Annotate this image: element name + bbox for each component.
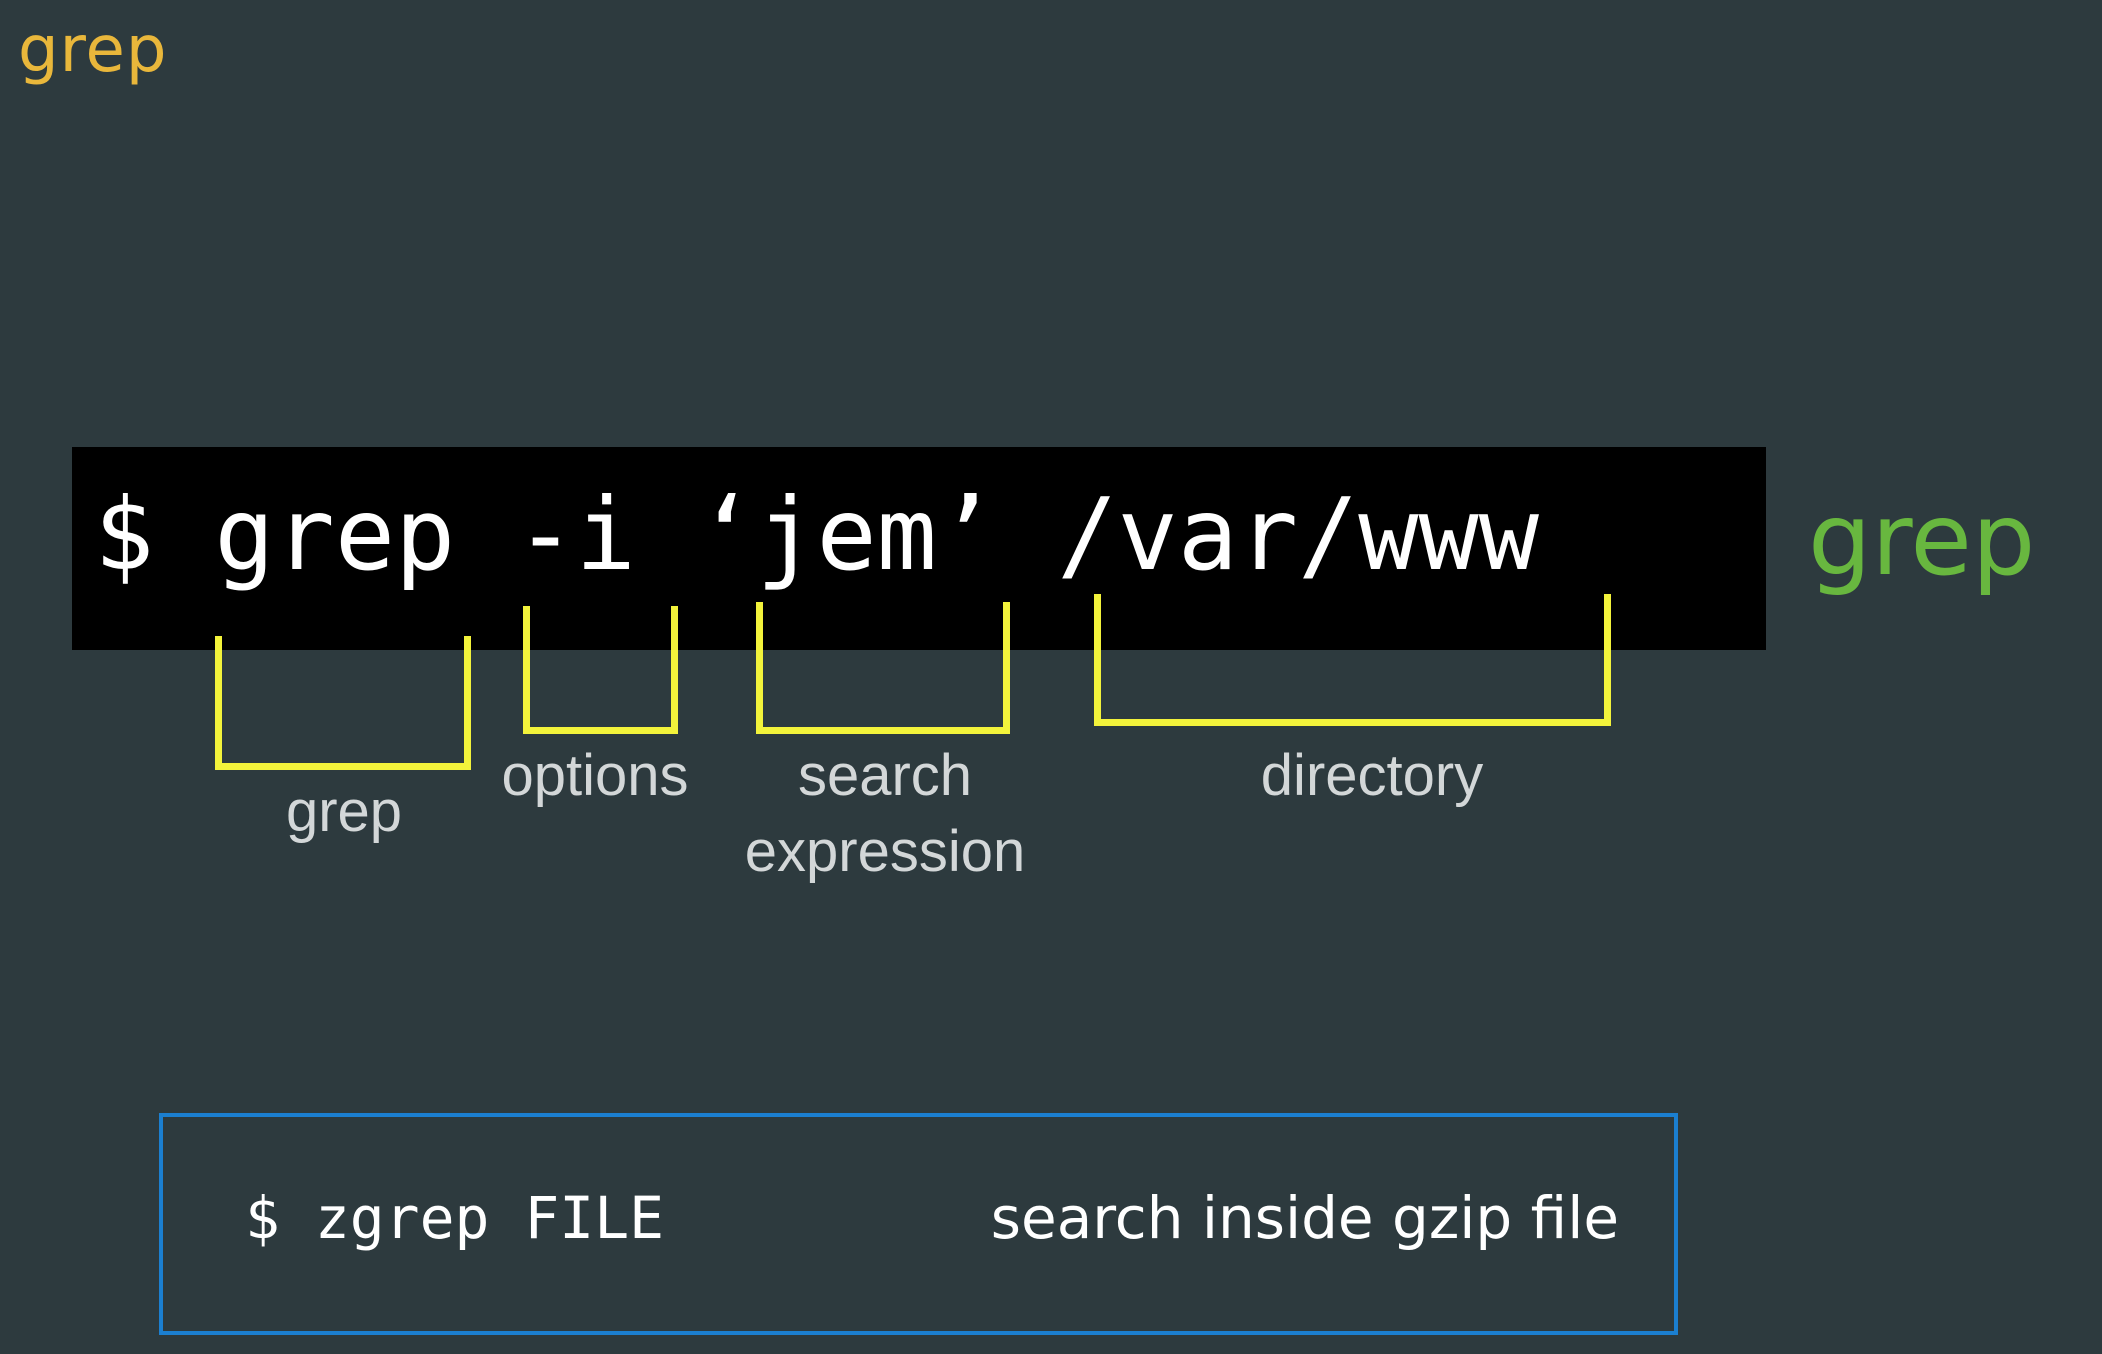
tip-box: $ zgrep FILE search inside gzip file (159, 1113, 1678, 1335)
options-label: options (501, 743, 689, 808)
side-label: grep (1808, 481, 2036, 598)
grep-label: grep (285, 779, 403, 844)
command-text: $ grep -i ‘jem’ /var/www (94, 476, 1539, 593)
grep-bracket (215, 636, 471, 770)
search-expression-label: search expression (744, 743, 1026, 884)
search-expression-bracket (756, 602, 1010, 734)
tip-command: $ zgrep FILE (245, 1184, 665, 1252)
directory-label: directory (1260, 743, 1484, 808)
tip-description: search inside gzip file (990, 1184, 1619, 1252)
slide-title: grep (18, 13, 168, 87)
options-bracket (523, 606, 678, 734)
directory-bracket (1094, 594, 1611, 726)
